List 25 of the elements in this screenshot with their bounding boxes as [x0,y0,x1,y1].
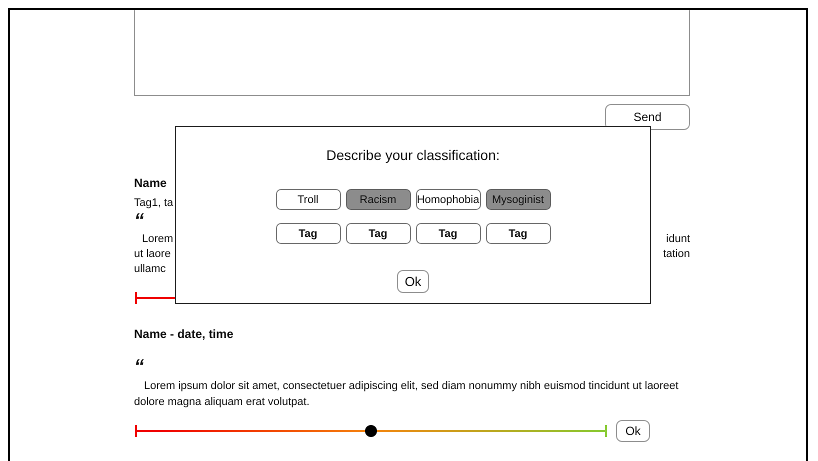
comment-tags: Tag1, ta [134,196,174,210]
slider-thumb[interactable] [365,425,377,437]
message-field[interactable] [134,10,690,96]
comment-text: Lorem ipsum dolor sit amet, consectetuer adipiscing elit, sed diam nonummy nibh euismod tincidunt ut laoreet dolore magna aliquam erat volutpat. [134,379,680,410]
comment-text: idunt [666,232,690,247]
category-toggle[interactable]: Homophobia [416,189,480,210]
quote-mark: “ [134,215,144,225]
category-toggle[interactable]: Racism [346,189,410,210]
comment-text: Lorem [141,232,174,247]
ok-button[interactable]: Ok [397,270,429,293]
dialog-title: Describe your classification: [326,146,500,164]
ok-button[interactable]: Ok [616,420,650,442]
quote-mark: “ [134,361,144,371]
tag-toggle[interactable]: Tag [346,223,410,244]
comment-text: ut laore [134,247,171,262]
comment-author: Name [134,175,167,191]
tag-toggle[interactable]: Tag [276,223,340,244]
tag-toggle[interactable]: Tag [416,223,480,244]
send-button[interactable]: Send [605,104,690,130]
comment-text: ullamc [134,262,166,277]
tag-toggle[interactable]: Tag [486,223,550,244]
category-toggle[interactable]: Mysoginist [486,189,550,210]
category-toggle[interactable]: Troll [276,189,340,210]
comment-text: tation [663,247,690,262]
comment-author: Name - date, time [134,326,234,342]
